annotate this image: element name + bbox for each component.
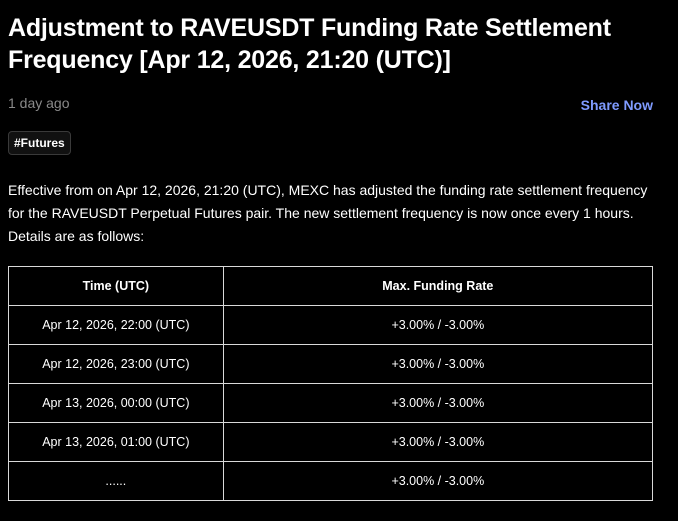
publish-time: 1 day ago: [8, 95, 70, 111]
cell-rate: +3.00% / -3.00%: [222, 344, 654, 384]
article-meta: 1 day ago Share Now: [8, 94, 653, 118]
table-row: Apr 13, 2026, 00:00 (UTC) +3.00% / -3.00…: [8, 383, 654, 423]
cell-time: Apr 12, 2026, 22:00 (UTC): [8, 305, 224, 345]
funding-rate-table: Time (UTC) Max. Funding Rate Apr 12, 202…: [8, 266, 654, 501]
article-body: Effective from on Apr 12, 2026, 21:20 (U…: [8, 182, 648, 244]
table-row: ...... +3.00% / -3.00%: [8, 461, 654, 501]
cell-time: Apr 13, 2026, 00:00 (UTC): [8, 383, 224, 423]
cell-time: ......: [8, 461, 224, 501]
table-row: Apr 13, 2026, 01:00 (UTC) +3.00% / -3.00…: [8, 422, 654, 462]
table-row: Apr 12, 2026, 22:00 (UTC) +3.00% / -3.00…: [8, 305, 654, 345]
article-title: Adjustment to RAVEUSDT Funding Rate Sett…: [8, 14, 611, 74]
futures-tag[interactable]: #Futures: [8, 131, 71, 155]
cell-rate: +3.00% / -3.00%: [222, 305, 654, 345]
header-max-funding-rate: Max. Funding Rate: [222, 266, 654, 306]
share-now-link[interactable]: Share Now: [581, 97, 653, 113]
cell-time: Apr 12, 2026, 23:00 (UTC): [8, 344, 224, 384]
header-time: Time (UTC): [8, 266, 224, 306]
cell-rate: +3.00% / -3.00%: [222, 422, 654, 462]
table-row: Apr 12, 2026, 23:00 (UTC) +3.00% / -3.00…: [8, 344, 654, 384]
table-header-row: Time (UTC) Max. Funding Rate: [8, 266, 654, 306]
cell-rate: +3.00% / -3.00%: [222, 383, 654, 423]
cell-time: Apr 13, 2026, 01:00 (UTC): [8, 422, 224, 462]
cell-rate: +3.00% / -3.00%: [222, 461, 654, 501]
